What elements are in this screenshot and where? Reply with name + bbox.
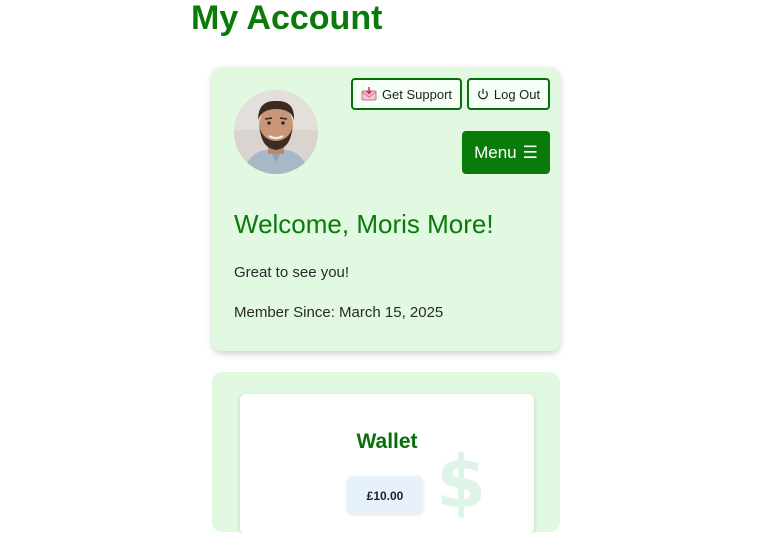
envelope-download-icon bbox=[361, 87, 377, 101]
menu-label: Menu bbox=[474, 142, 517, 162]
get-support-label: Get Support bbox=[381, 86, 453, 102]
welcome-heading: Welcome, Moris More! bbox=[234, 209, 494, 239]
menu-button[interactable]: Menu ☰ bbox=[462, 131, 550, 174]
greeting-text: Great to see you! bbox=[234, 264, 350, 281]
avatar bbox=[234, 90, 318, 174]
power-icon bbox=[477, 88, 489, 100]
log-out-label: Log Out bbox=[493, 86, 541, 102]
wallet-card: $ Wallet £10.00 bbox=[240, 394, 534, 534]
wallet-balance: £10.00 bbox=[347, 476, 423, 514]
log-out-button[interactable]: Log Out bbox=[467, 78, 550, 110]
dollar-icon: $ bbox=[436, 440, 487, 524]
get-support-button[interactable]: Get Support bbox=[351, 78, 462, 110]
account-card: Get Support Log Out Menu ☰ Welcome, Mori… bbox=[212, 67, 560, 351]
wallet-section: $ Wallet £10.00 bbox=[212, 372, 560, 534]
page-title: My Account bbox=[191, 0, 383, 37]
hamburger-icon: ☰ bbox=[522, 142, 538, 162]
wallet-title: Wallet bbox=[356, 430, 418, 453]
member-since-text: Member Since: March 15, 2025 bbox=[234, 304, 444, 321]
